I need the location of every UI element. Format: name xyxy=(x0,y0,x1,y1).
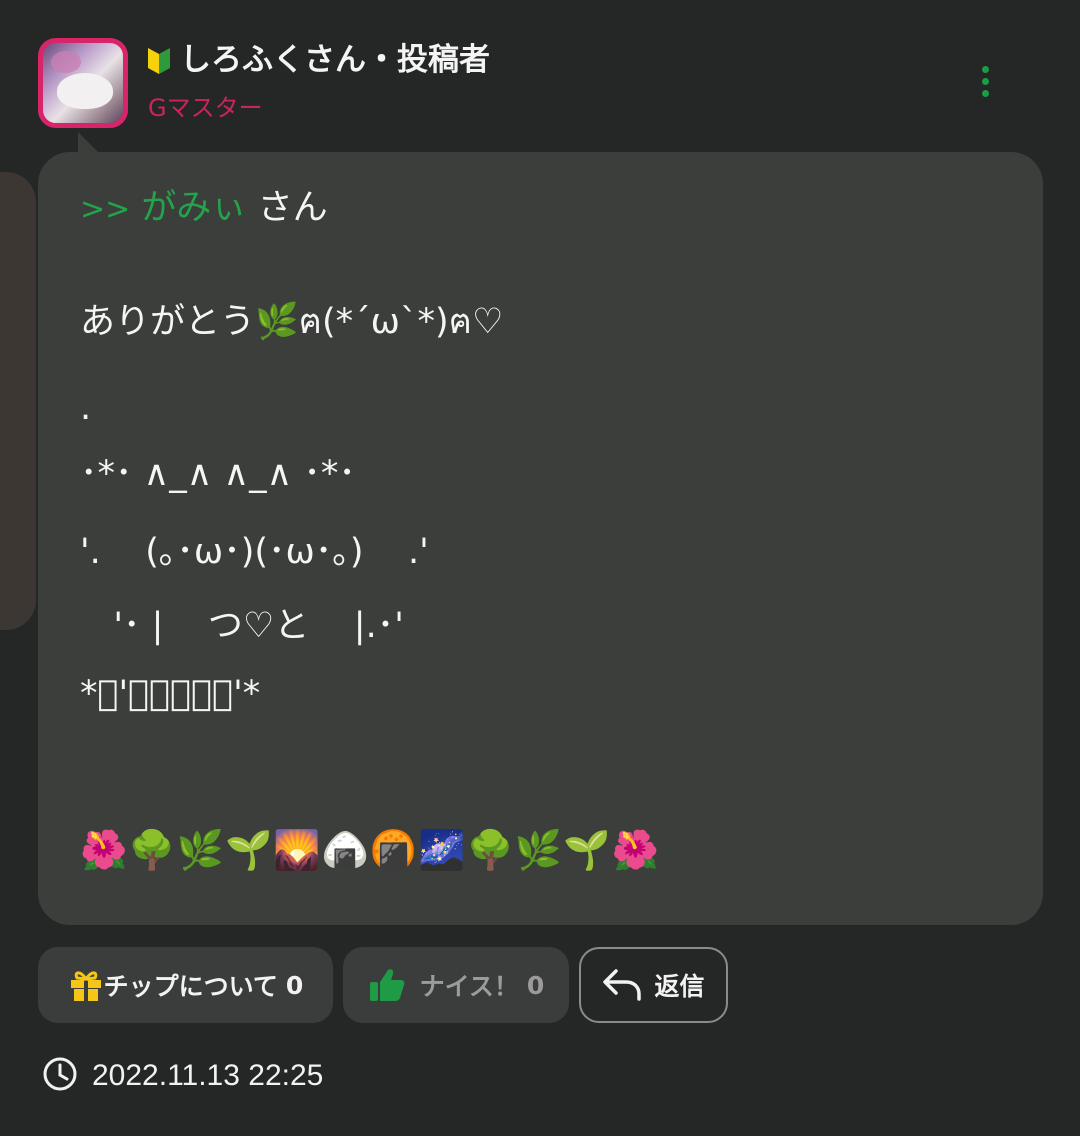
mention-prefix[interactable]: >> xyxy=(80,192,130,227)
gift-icon xyxy=(70,971,101,1001)
comment-page: しろふくさん・投稿者 Gマスター >> がみぃ さん ありがとう🌿ฅ(*´ω`*… xyxy=(0,0,1080,1136)
reply-arrow-icon xyxy=(603,969,642,1001)
reply-button[interactable]: 返信 xyxy=(579,947,728,1023)
tip-label: チップについて xyxy=(103,972,278,1001)
comment-line: . xyxy=(80,388,92,428)
nice-label: ナイス！ xyxy=(419,972,519,1001)
username[interactable]: しろふくさん・投稿者 xyxy=(180,38,490,82)
bubble-tail xyxy=(78,132,100,154)
avatar[interactable] xyxy=(38,38,128,128)
emoji-line: 🌺🌳🌿🌱🌄🍙🍘🌌🌳🌿🌱🌺 xyxy=(80,828,660,872)
comment-line: ･*･ ∧_∧ ∧_∧ ･*･ xyxy=(80,454,356,494)
previous-card-edge xyxy=(0,172,36,630)
nice-count: 0 xyxy=(526,970,545,1000)
mention-name[interactable]: がみぃ xyxy=(141,188,246,228)
clock-icon xyxy=(43,1057,77,1091)
comment-line: *ﾟ'･｡｡･ﾟ'* xyxy=(80,674,261,714)
nice-button[interactable]: ナイス！ 0 xyxy=(343,947,569,1023)
mention-line: >> がみぃ さん xyxy=(80,186,328,232)
comment-line: '. (｡･ω･)(･ω･｡) .' xyxy=(80,532,429,572)
mention-suffix: さん xyxy=(246,188,328,228)
more-vertical-icon[interactable] xyxy=(966,60,1006,104)
comment-line: ありがとう🌿ฅ(*´ω`*)ฅ♡ xyxy=(80,302,504,342)
tip-button[interactable]: チップについて 0 xyxy=(38,947,333,1023)
reply-label: 返信 xyxy=(654,972,705,1001)
tip-count: 0 xyxy=(285,970,304,1000)
user-title-badge: Gマスター xyxy=(148,94,263,122)
thumbs-up-icon xyxy=(369,969,405,1001)
beginner-mark-icon xyxy=(148,48,170,74)
comment-line: '･ | つ♡と |.･' xyxy=(80,606,404,646)
post-timestamp: 2022.11.13 22:25 xyxy=(92,1059,324,1092)
